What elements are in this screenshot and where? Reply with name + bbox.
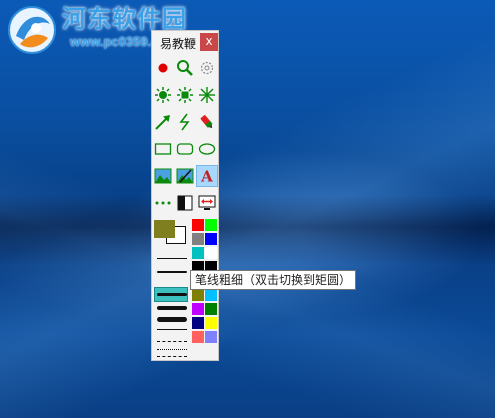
sparkle-icon (199, 87, 215, 103)
arrow-icon (155, 115, 170, 130)
tooltip: 笔线粗细（双击切换到矩圆） (190, 270, 356, 290)
red-dot-icon (158, 63, 168, 73)
picture-tool[interactable] (152, 165, 174, 187)
close-button[interactable]: x (200, 33, 218, 51)
line-width-1[interactable] (157, 258, 187, 259)
magnifier-tool[interactable] (174, 57, 196, 79)
line-style-dashed-wide[interactable] (157, 349, 187, 350)
contrast-toggle-tool[interactable] (174, 192, 196, 214)
palette-swatch[interactable] (205, 331, 217, 343)
rectangle-tool[interactable] (152, 138, 174, 160)
ellipse-icon (198, 143, 216, 155)
line-style-dashed[interactable] (157, 341, 187, 342)
line-width-6[interactable] (157, 329, 187, 330)
ellipse-tool[interactable] (196, 138, 218, 160)
line-width-2[interactable] (157, 271, 187, 273)
line-style-dash-dot[interactable] (157, 356, 187, 357)
spotlight-square-icon (177, 87, 193, 103)
spotlight-circle-tool[interactable] (152, 84, 174, 106)
svg-text:A: A (200, 168, 213, 184)
line-width-3[interactable] (157, 293, 187, 296)
spotlight-circle-icon (155, 87, 171, 103)
palette-swatch[interactable] (192, 303, 204, 315)
image-edit-tool[interactable] (174, 165, 196, 187)
foreground-color-box[interactable] (154, 220, 175, 238)
palette-swatch[interactable] (205, 247, 217, 259)
swap-screen-tool[interactable] (196, 192, 218, 214)
rectangle-icon (154, 143, 172, 155)
marker-tool[interactable] (196, 111, 218, 133)
line-width-5[interactable] (157, 317, 187, 322)
settings-icon (200, 61, 214, 75)
palette-swatch[interactable] (205, 219, 217, 231)
rounded-rectangle-icon (176, 143, 194, 155)
contrast-toggle-icon (177, 195, 193, 211)
palette-swatch[interactable] (205, 289, 217, 301)
sparkle-tool[interactable] (196, 84, 218, 106)
palette-swatch[interactable] (192, 331, 204, 343)
text-icon: A (200, 168, 213, 184)
palette-swatch[interactable] (205, 303, 217, 315)
toolbox-titlebar[interactable]: 易教鞭 x (152, 31, 218, 53)
line-width-4[interactable] (157, 306, 187, 310)
rounded-rectangle-tool[interactable] (174, 138, 196, 160)
red-dot-tool[interactable] (152, 57, 174, 79)
palette-swatch[interactable] (192, 233, 204, 245)
swap-screen-icon (198, 195, 216, 210)
toolbox-title: 易教鞭 (160, 37, 197, 51)
arrow-tool[interactable] (152, 111, 174, 133)
palette-swatch[interactable] (192, 317, 204, 329)
palette-swatch[interactable] (192, 219, 204, 231)
dotted-line-icon (155, 201, 171, 205)
lightning-icon (179, 113, 190, 131)
picture-icon (154, 168, 172, 184)
image-edit-icon (176, 168, 194, 184)
lightning-tool[interactable] (174, 111, 196, 133)
text-tool[interactable]: A (196, 165, 218, 187)
palette-swatch[interactable] (205, 233, 217, 245)
spotlight-square-tool[interactable] (174, 84, 196, 106)
settings-tool[interactable] (196, 57, 218, 79)
palette-swatch[interactable] (192, 289, 204, 301)
dotted-line-tool[interactable] (152, 192, 174, 214)
palette-swatch[interactable] (205, 317, 217, 329)
toolbox-window: 易教鞭 x A (151, 30, 219, 361)
marker-icon (200, 115, 213, 129)
palette-swatch[interactable] (192, 247, 204, 259)
desktop-light-rays (0, 0, 495, 418)
magnifier-icon (177, 60, 193, 76)
watermark-logo-icon (8, 6, 56, 54)
